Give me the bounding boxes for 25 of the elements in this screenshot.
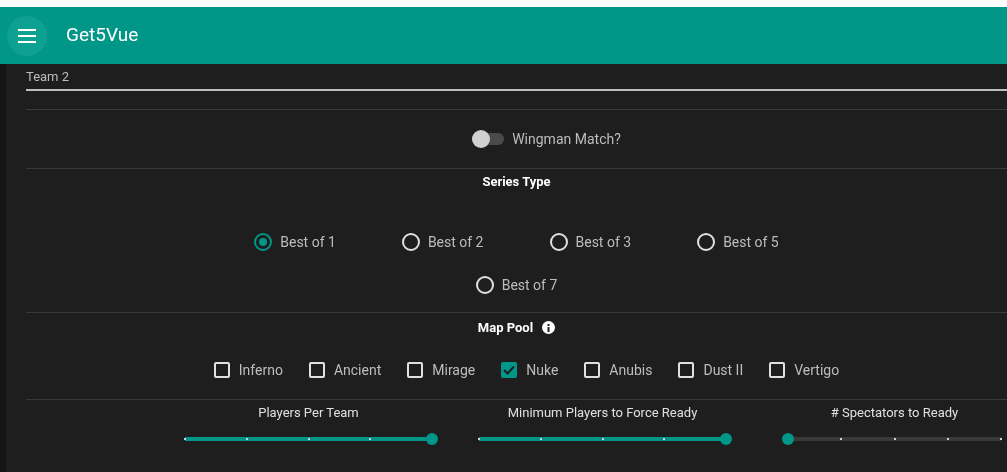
map-checkbox[interactable]: Mirage <box>407 359 476 381</box>
slider-label: # Spectators to Ready <box>830 404 959 422</box>
slider-thumb[interactable] <box>720 432 732 445</box>
slider-label: Players Per Team <box>258 404 359 422</box>
slider-thumb[interactable] <box>782 432 794 445</box>
map-checkbox[interactable]: Anubis <box>584 359 653 381</box>
map-checkbox[interactable]: Vertigo <box>769 359 840 381</box>
radio-option[interactable]: Best of 7 <box>475 274 558 296</box>
section-title: Series Type <box>482 173 551 191</box>
section-title: Map Pool <box>477 319 534 337</box>
radio-option[interactable]: Best of 5 <box>697 231 779 253</box>
map-checkbox[interactable]: Dust II <box>678 359 744 381</box>
slider-thumb[interactable] <box>426 432 438 445</box>
team-field[interactable]: Team 2 <box>26 64 1007 91</box>
radio-option[interactable]: Best of 1 <box>254 231 336 253</box>
menu-icon[interactable] <box>7 15 47 56</box>
info-icon[interactable] <box>542 321 556 335</box>
wingman-switch[interactable]: Wingman Match? <box>472 128 621 150</box>
app-title: Get5Vue <box>66 22 139 49</box>
map-checkbox[interactable]: Nuke <box>501 359 559 381</box>
slider-label: Minimum Players to Force Ready <box>507 404 698 422</box>
radio-option[interactable]: Best of 3 <box>549 231 632 253</box>
radio-option[interactable]: Best of 2 <box>401 231 484 253</box>
map-checkbox[interactable]: Inferno <box>213 359 283 381</box>
map-checkbox[interactable]: Ancient <box>308 359 382 381</box>
